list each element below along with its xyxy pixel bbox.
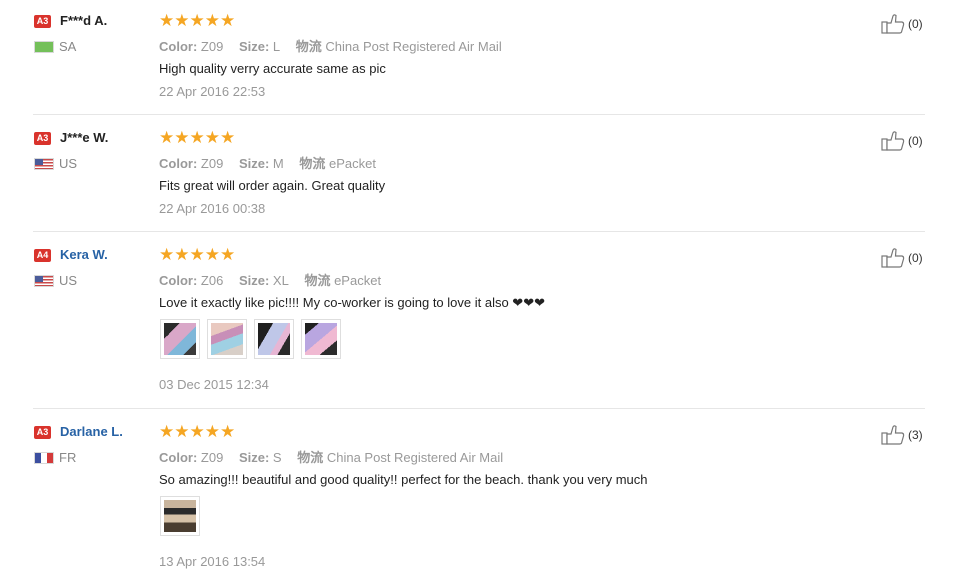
flag-icon [34,41,54,53]
color-label: Color: [159,273,198,288]
helpful-count: (0) [908,251,923,265]
review-text: Fits great will order again. Great quali… [159,178,386,193]
size-label: Size: [238,156,270,171]
shipping-label: 物流 [297,450,324,465]
size-label: Size: [238,450,270,465]
review-date: 03 Dec 2015 12:34 [159,377,269,392]
review-photo-thumbnail[interactable] [207,319,247,359]
color-value: Z09 [200,450,224,465]
size-value: XL [272,273,289,288]
review-item: A3 Darlane L. FR ★★★★★ Color: Z09 Size: … [0,422,955,580]
buyer-level-badge: A3 [34,15,51,28]
review-item: A4 Kera W. US ★★★★★ Color: Z06 Size: XL … [0,245,955,409]
photo-image [258,323,290,355]
color-label: Color: [159,450,198,465]
review-date: 22 Apr 2016 22:53 [159,84,266,99]
star-rating: ★★★★★ [159,245,236,264]
shipping-label: 物流 [299,156,326,171]
review-list: A3 F***d A. SA ★★★★★ Color: Z09 Size: L … [0,0,955,580]
buyer-level-badge: A3 [34,132,51,145]
reviewer-name[interactable]: Kera W. [60,247,108,262]
photo-image [164,500,196,532]
size-value: L [272,39,281,54]
thumbs-up-icon[interactable] [881,131,905,151]
flag-icon [34,158,54,170]
star-rating: ★★★★★ [159,422,236,441]
review-text: So amazing!!! beautiful and good quality… [159,472,648,487]
star-rating: ★★★★★ [159,11,236,30]
review-date: 13 Apr 2016 13:54 [159,554,266,569]
review-item: A3 F***d A. SA ★★★★★ Color: Z09 Size: L … [0,11,955,115]
buyer-level-badge: A3 [34,426,51,439]
review-photo-thumbnail[interactable] [254,319,294,359]
helpful-count: (3) [908,428,923,442]
shipping-value: China Post Registered Air Mail [325,39,502,54]
color-label: Color: [159,39,198,54]
review-text: High quality verry accurate same as pic [159,61,386,76]
color-value: Z09 [200,39,224,54]
review-photo-thumbnail[interactable] [160,496,200,536]
size-value: S [272,450,282,465]
size-label: Size: [238,273,270,288]
order-info: Color: Z06 Size: XL 物流 ePacket [159,270,381,289]
flag-icon [34,452,54,464]
shipping-value: ePacket [334,273,382,288]
reviewer-country: US [59,156,78,171]
photo-image [211,323,243,355]
photo-image [305,323,337,355]
reviewer-country: US [59,273,78,288]
size-label: Size: [238,39,270,54]
reviewer-name[interactable]: Darlane L. [60,424,123,439]
reviewer-country: SA [59,39,77,54]
order-info: Color: Z09 Size: M 物流 ePacket [159,153,376,172]
thumbs-up-icon[interactable] [881,248,905,268]
review-date: 22 Apr 2016 00:38 [159,201,266,216]
size-value: M [272,156,284,171]
helpful-count: (0) [908,134,923,148]
order-info: Color: Z09 Size: L 物流 China Post Registe… [159,36,502,55]
shipping-label: 物流 [295,39,322,54]
color-label: Color: [159,156,198,171]
reviewer-country: FR [59,450,77,465]
thumbs-up-icon[interactable] [881,425,905,445]
review-text: Love it exactly like pic!!!! My co-worke… [159,295,545,310]
reviewer-name: J***e W. [60,130,109,145]
color-value: Z06 [200,273,224,288]
flag-icon [34,275,54,287]
review-photo-thumbnail[interactable] [160,319,200,359]
shipping-label: 物流 [304,273,331,288]
order-info: Color: Z09 Size: S 物流 China Post Registe… [159,447,503,466]
review-photo-thumbnail[interactable] [301,319,341,359]
buyer-level-badge: A4 [34,249,51,262]
helpful-count: (0) [908,17,923,31]
thumbs-up-icon[interactable] [881,14,905,34]
star-rating: ★★★★★ [159,128,236,147]
review-item: A3 J***e W. US ★★★★★ Color: Z09 Size: M … [0,128,955,232]
reviewer-name: F***d A. [60,13,108,28]
shipping-value: China Post Registered Air Mail [326,450,504,465]
color-value: Z09 [200,156,224,171]
photo-image [164,323,196,355]
shipping-value: ePacket [329,156,376,171]
